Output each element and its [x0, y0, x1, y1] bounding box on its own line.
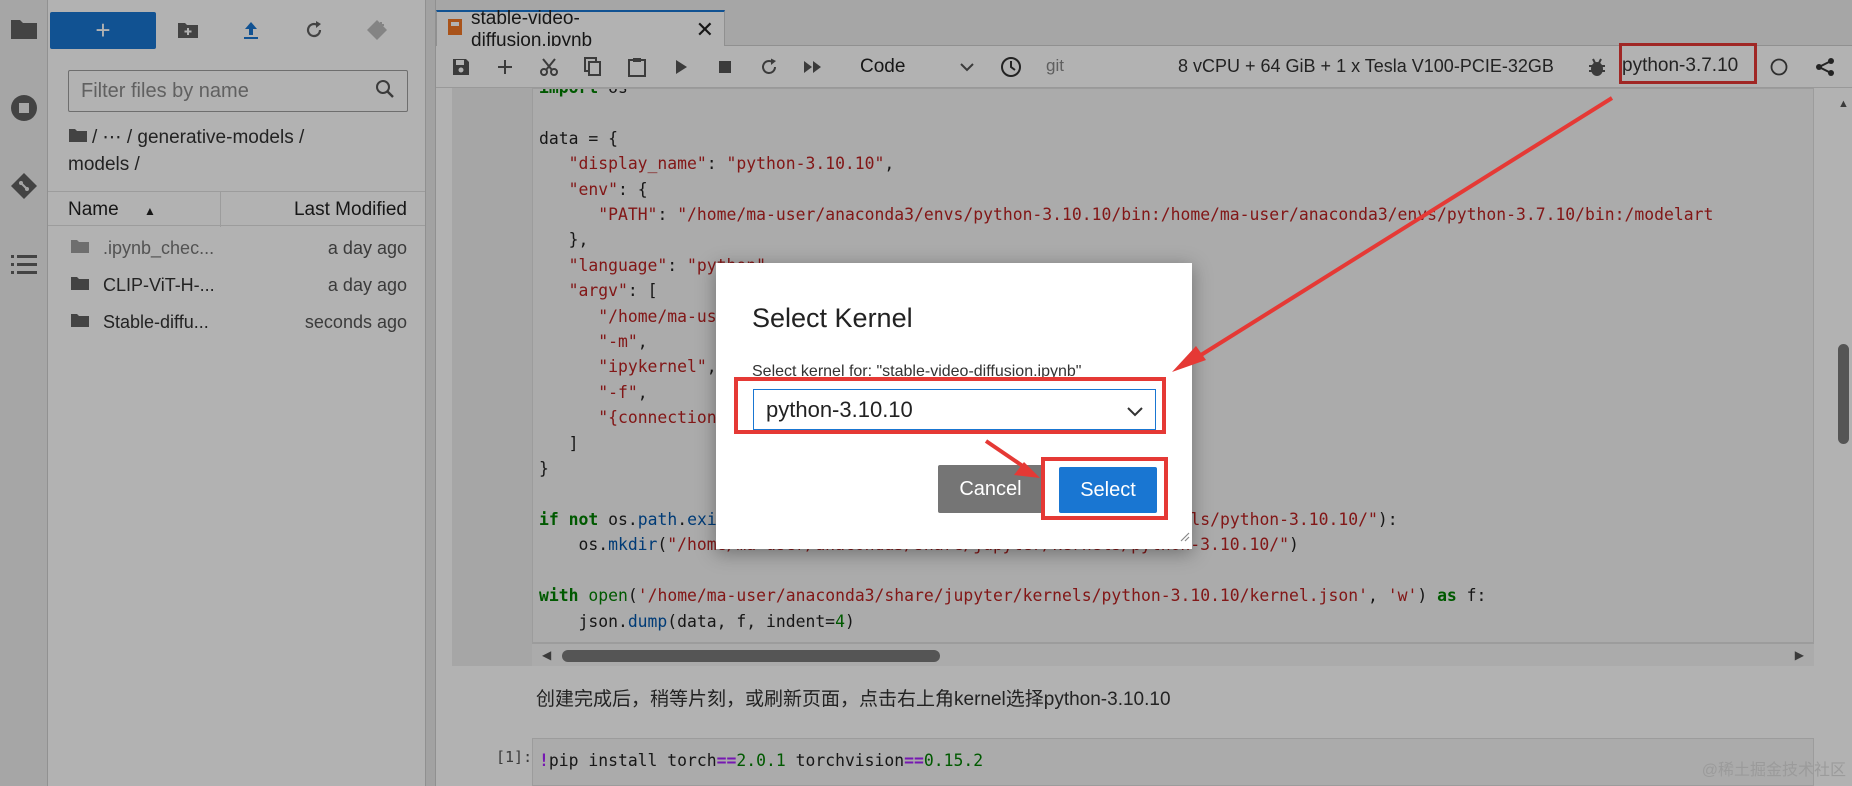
resize-grip-icon[interactable] — [1178, 529, 1190, 547]
cancel-button[interactable]: Cancel — [938, 465, 1043, 513]
kernel-select-highlight-annotation — [734, 377, 1166, 434]
select-button-highlight-annotation — [1041, 457, 1168, 520]
watermark: @稀土掘金技术社区 — [1701, 762, 1846, 779]
dialog-title: Select Kernel — [752, 303, 913, 333]
